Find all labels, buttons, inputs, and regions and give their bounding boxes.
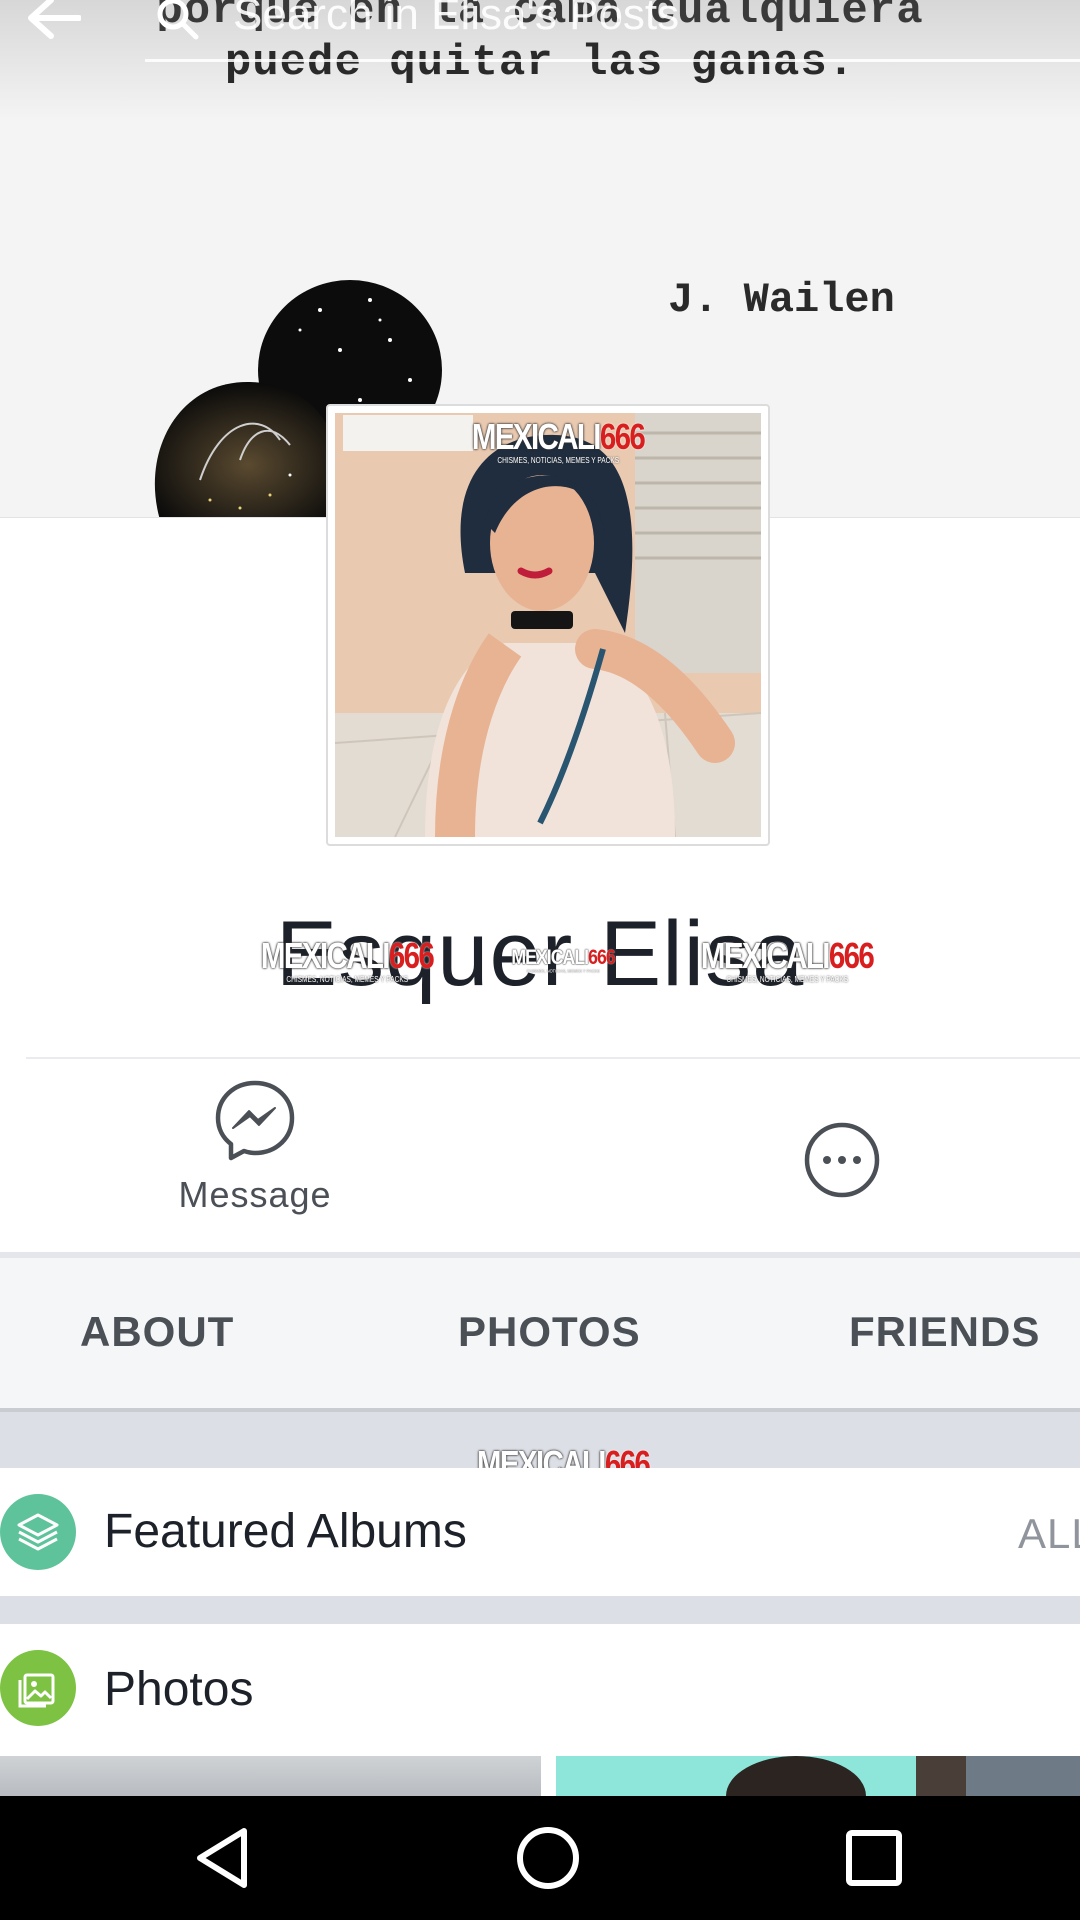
featured-albums-section[interactable]: Featured Albums ALL	[0, 1468, 1080, 1596]
photos-section[interactable]: Photos	[0, 1624, 1080, 1756]
featured-albums-title: Featured Albums	[104, 1505, 467, 1558]
section-gap	[0, 1596, 1080, 1624]
tab-friends[interactable]: FRIENDS	[849, 1308, 1040, 1356]
search-icon	[157, 0, 199, 40]
photo-gallery-icon	[0, 1650, 76, 1726]
messenger-icon	[215, 1080, 295, 1161]
photo-thumbnail[interactable]	[556, 1756, 1080, 1796]
tab-about[interactable]: ABOUT	[80, 1308, 234, 1356]
nav-home-button[interactable]	[508, 1820, 588, 1896]
see-all-albums-link[interactable]: ALL	[1018, 1510, 1080, 1558]
nav-recents-icon	[846, 1830, 902, 1886]
albums-stack-icon	[0, 1494, 76, 1570]
message-button[interactable]: Message	[150, 1078, 360, 1228]
android-navigation-bar	[0, 1796, 1080, 1920]
photo-thumbnail[interactable]	[0, 1756, 541, 1796]
profile-photo-illustration	[335, 413, 761, 837]
search-input[interactable]	[233, 0, 1033, 50]
nav-back-icon	[197, 1828, 247, 1888]
cover-quote-author: J. Wailen	[668, 276, 895, 324]
profile-picture[interactable]: MEXICALI666 CHISMES, NOTICIAS, MEMES Y P…	[326, 404, 770, 846]
watermark-logo-small: MEXICALI666 CHISMES, NOTICIAS, MEMES Y P…	[511, 944, 615, 974]
nav-home-icon	[517, 1827, 579, 1889]
watermark-logo: MEXICALI666 CHISMES, NOTICIAS, MEMES Y P…	[471, 416, 646, 465]
profile-tabs: ABOUT PHOTOS FRIENDS	[0, 1258, 1080, 1410]
profile-photo-image: MEXICALI666 CHISMES, NOTICIAS, MEMES Y P…	[335, 413, 761, 837]
photos-title: Photos	[104, 1663, 254, 1716]
nav-back-button[interactable]	[182, 1820, 262, 1896]
nav-recents-button[interactable]	[834, 1820, 914, 1896]
message-label: Message	[178, 1174, 332, 1215]
watermark-logo: MEXICALI666 CHISMES, NOTICIAS, MEMES Y P…	[260, 935, 435, 984]
search-bar[interactable]	[145, 0, 1080, 62]
watermark-logo: MEXICALI666 CHISMES, NOTICIAS, MEMES Y P…	[700, 935, 875, 984]
back-arrow-icon	[28, 0, 81, 39]
name-divider	[26, 1057, 1080, 1059]
search-underline	[145, 59, 1080, 62]
more-options-button[interactable]	[800, 1118, 884, 1202]
back-button[interactable]	[18, 0, 88, 48]
more-options-icon	[804, 1122, 880, 1198]
tab-photos[interactable]: PHOTOS	[458, 1308, 641, 1356]
